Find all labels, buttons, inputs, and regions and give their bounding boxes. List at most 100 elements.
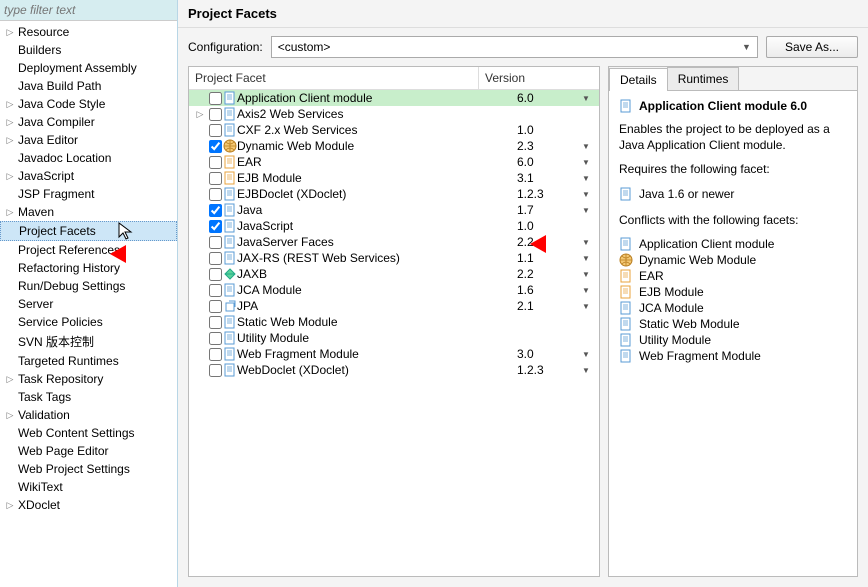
facet-checkbox[interactable] bbox=[207, 316, 223, 329]
facet-row[interactable]: Web Fragment Module3.0▼ bbox=[189, 346, 599, 362]
tab-details[interactable]: Details bbox=[609, 68, 668, 91]
sidebar-item[interactable]: WikiText bbox=[0, 478, 177, 496]
facet-row[interactable]: Dynamic Web Module2.3▼ bbox=[189, 138, 599, 154]
facet-row[interactable]: Static Web Module bbox=[189, 314, 599, 330]
facet-row[interactable]: JAXB2.2▼ bbox=[189, 266, 599, 282]
sidebar-item[interactable]: Run/Debug Settings bbox=[0, 277, 177, 295]
sidebar-item[interactable]: JSP Fragment bbox=[0, 185, 177, 203]
facet-row[interactable]: EJBDoclet (XDoclet)1.2.3▼ bbox=[189, 186, 599, 202]
facet-checkbox[interactable] bbox=[207, 252, 223, 265]
sidebar-item[interactable]: Builders bbox=[0, 41, 177, 59]
sidebar-item[interactable]: Refactoring History bbox=[0, 259, 177, 277]
version-dropdown[interactable]: ▼ bbox=[577, 366, 595, 375]
facet-checkbox[interactable] bbox=[207, 204, 223, 217]
sidebar-item[interactable]: ▷Java Editor bbox=[0, 131, 177, 149]
sidebar-item[interactable]: ▷Maven bbox=[0, 203, 177, 221]
sidebar-item[interactable]: ▷Java Compiler bbox=[0, 113, 177, 131]
sidebar-item[interactable]: Web Content Settings bbox=[0, 424, 177, 442]
sidebar-item[interactable]: Server bbox=[0, 295, 177, 313]
sidebar-item[interactable]: Deployment Assembly bbox=[0, 59, 177, 77]
version-dropdown[interactable]: ▼ bbox=[577, 142, 595, 151]
sidebar-item[interactable]: ▷Java Code Style bbox=[0, 95, 177, 113]
sidebar-item[interactable]: Targeted Runtimes bbox=[0, 352, 177, 370]
version-dropdown[interactable]: ▼ bbox=[577, 302, 595, 311]
facet-name: EJBDoclet (XDoclet) bbox=[237, 187, 517, 201]
facet-checkbox[interactable] bbox=[207, 140, 223, 153]
sidebar-item-label: Targeted Runtimes bbox=[16, 353, 121, 369]
facet-name: JavaServer Faces bbox=[237, 235, 517, 249]
sidebar-item[interactable]: Web Project Settings bbox=[0, 460, 177, 478]
facet-row[interactable]: JAX-RS (REST Web Services)1.1▼ bbox=[189, 250, 599, 266]
facet-row[interactable]: WebDoclet (XDoclet)1.2.3▼ bbox=[189, 362, 599, 378]
version-dropdown[interactable]: ▼ bbox=[577, 350, 595, 359]
facet-row[interactable]: JavaScript1.0 bbox=[189, 218, 599, 234]
conflict-name: Dynamic Web Module bbox=[639, 253, 756, 267]
sidebar-item[interactable]: ▷Task Repository bbox=[0, 370, 177, 388]
details-panel: Details Runtimes Application Client modu… bbox=[608, 66, 858, 577]
version-dropdown[interactable]: ▼ bbox=[577, 270, 595, 279]
facet-checkbox[interactable] bbox=[207, 284, 223, 297]
col-header-name[interactable]: Project Facet bbox=[189, 67, 479, 89]
version-dropdown[interactable]: ▼ bbox=[577, 238, 595, 247]
conflict-item: Web Fragment Module bbox=[619, 348, 847, 364]
sidebar-item[interactable]: ▷JavaScript bbox=[0, 167, 177, 185]
facet-checkbox[interactable] bbox=[207, 268, 223, 281]
facet-checkbox[interactable] bbox=[207, 300, 223, 313]
facet-name: Dynamic Web Module bbox=[237, 139, 517, 153]
facet-row[interactable]: Application Client module6.0▼ bbox=[189, 90, 599, 106]
facet-checkbox[interactable] bbox=[207, 348, 223, 361]
facet-row[interactable]: EJB Module3.1▼ bbox=[189, 170, 599, 186]
facet-version: 3.1 bbox=[517, 171, 577, 185]
sidebar-item-label: Task Repository bbox=[16, 371, 105, 387]
conflict-name: Web Fragment Module bbox=[639, 349, 761, 363]
version-dropdown[interactable]: ▼ bbox=[577, 206, 595, 215]
java-icon bbox=[619, 187, 633, 201]
facet-row[interactable]: JCA Module1.6▼ bbox=[189, 282, 599, 298]
facet-row[interactable]: JPA2.1▼ bbox=[189, 298, 599, 314]
version-dropdown[interactable]: ▼ bbox=[577, 286, 595, 295]
facet-checkbox[interactable] bbox=[207, 220, 223, 233]
sidebar-item[interactable]: ▷Resource bbox=[0, 23, 177, 41]
doc-icon bbox=[223, 91, 237, 105]
version-dropdown[interactable]: ▼ bbox=[577, 190, 595, 199]
sidebar-item[interactable]: Java Build Path bbox=[0, 77, 177, 95]
facet-checkbox[interactable] bbox=[207, 172, 223, 185]
facet-checkbox[interactable] bbox=[207, 124, 223, 137]
facet-row[interactable]: Utility Module bbox=[189, 330, 599, 346]
version-dropdown[interactable]: ▼ bbox=[577, 94, 595, 103]
sidebar: ▷ResourceBuildersDeployment AssemblyJava… bbox=[0, 0, 178, 587]
save-as-button[interactable]: Save As... bbox=[766, 36, 858, 58]
col-header-version[interactable]: Version bbox=[479, 67, 599, 89]
sidebar-item[interactable]: Javadoc Location bbox=[0, 149, 177, 167]
facet-checkbox[interactable] bbox=[207, 332, 223, 345]
facet-checkbox[interactable] bbox=[207, 156, 223, 169]
facet-checkbox[interactable] bbox=[207, 236, 223, 249]
sidebar-item[interactable]: ▷Validation bbox=[0, 406, 177, 424]
sidebar-item[interactable]: Project Facets bbox=[0, 221, 177, 241]
sidebar-item[interactable]: Project References bbox=[0, 241, 177, 259]
sidebar-item[interactable]: Web Page Editor bbox=[0, 442, 177, 460]
version-dropdown[interactable]: ▼ bbox=[577, 158, 595, 167]
sidebar-item-label: Builders bbox=[16, 42, 63, 58]
facet-row[interactable]: JavaServer Faces2.2▼ bbox=[189, 234, 599, 250]
version-dropdown[interactable]: ▼ bbox=[577, 254, 595, 263]
sidebar-item-label: Run/Debug Settings bbox=[16, 278, 127, 294]
facet-checkbox[interactable] bbox=[207, 364, 223, 377]
expand-icon: ▷ bbox=[193, 109, 207, 120]
sidebar-item-label: Maven bbox=[16, 204, 56, 220]
version-dropdown[interactable]: ▼ bbox=[577, 174, 595, 183]
facet-row[interactable]: CXF 2.x Web Services1.0 bbox=[189, 122, 599, 138]
sidebar-item[interactable]: Service Policies bbox=[0, 313, 177, 331]
configuration-select[interactable]: <custom> ▼ bbox=[271, 36, 758, 58]
facet-checkbox[interactable] bbox=[207, 92, 223, 105]
facet-row[interactable]: ▷Axis2 Web Services bbox=[189, 106, 599, 122]
filter-input[interactable] bbox=[0, 0, 177, 21]
facet-row[interactable]: EAR6.0▼ bbox=[189, 154, 599, 170]
facet-checkbox[interactable] bbox=[207, 108, 223, 121]
sidebar-item[interactable]: ▷XDoclet bbox=[0, 496, 177, 514]
facet-checkbox[interactable] bbox=[207, 188, 223, 201]
facet-row[interactable]: Java1.7▼ bbox=[189, 202, 599, 218]
sidebar-item[interactable]: Task Tags bbox=[0, 388, 177, 406]
sidebar-item[interactable]: SVN 版本控制 bbox=[0, 331, 177, 352]
tab-runtimes[interactable]: Runtimes bbox=[667, 67, 740, 90]
